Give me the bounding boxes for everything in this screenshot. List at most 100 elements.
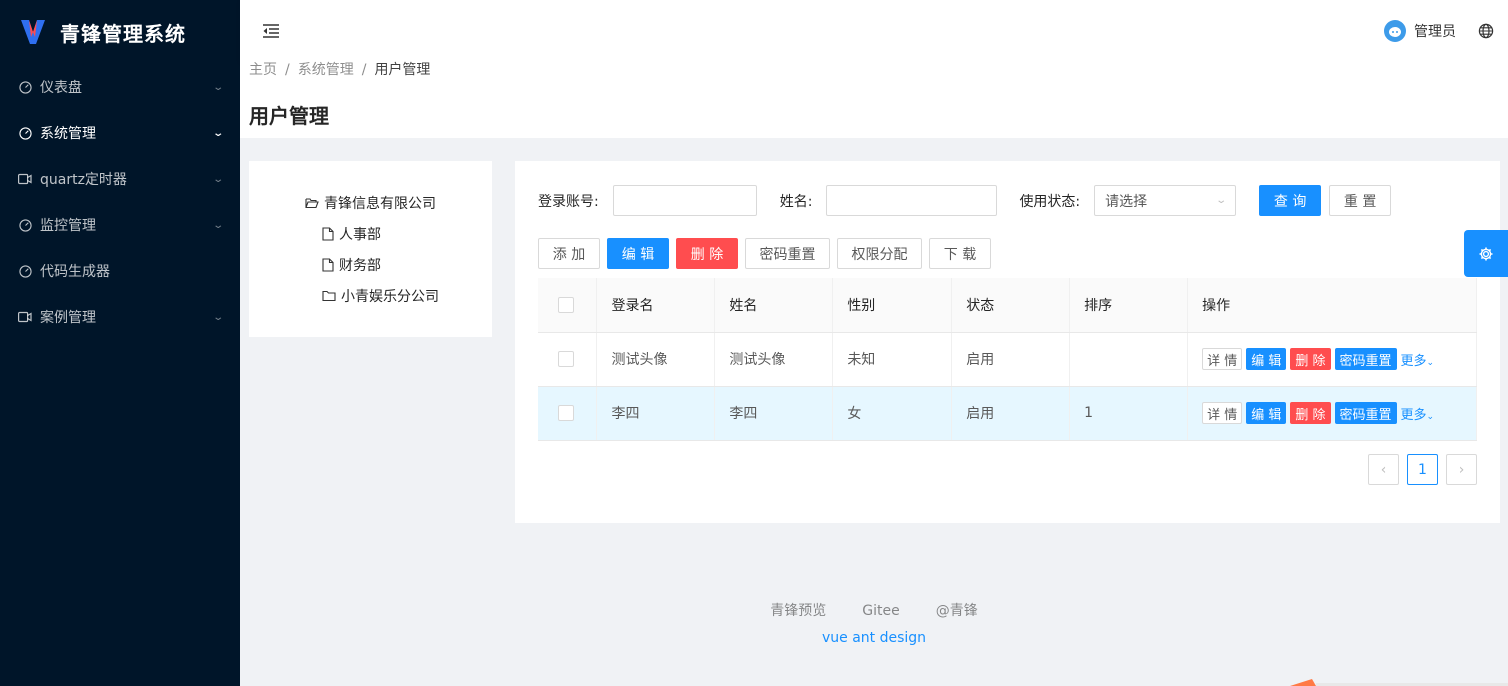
sidebar-item-label: 监控管理 <box>40 218 96 234</box>
search-form: 登录账号: 姓名: 使用状态: 请选择 ⌄ 查 询 重 置 <box>538 185 1392 216</box>
cell-gender: 女 <box>832 386 953 441</box>
chevron-down-icon: ⌄ <box>1426 357 1435 368</box>
chevron-down-icon: ⌄ <box>1426 411 1435 422</box>
breadcrumb-separator: / <box>285 62 290 78</box>
sidebar-item-label: 系统管理 <box>40 126 96 142</box>
select-all-cell <box>538 278 598 333</box>
sidebar-item-label: 案例管理 <box>40 310 96 326</box>
gear-icon <box>1479 247 1493 260</box>
user-list-card: 登录账号: 姓名: 使用状态: 请选择 ⌄ 查 询 重 置 添 加 编 辑 删 … <box>515 161 1500 523</box>
top-header: 管理员 <box>240 0 1508 62</box>
table-header-row: 登录名 姓名 性别 状态 排序 操作 <box>538 278 1477 333</box>
page-item[interactable]: 1 <box>1407 454 1438 485</box>
footer-subtitle[interactable]: vue ant design <box>240 630 1508 646</box>
row-delete-button[interactable]: 删 除 <box>1290 402 1331 424</box>
pagination: ‹ 1 › <box>1360 454 1477 485</box>
download-button[interactable]: 下 载 <box>929 238 991 269</box>
tree-node-branch[interactable]: 小青娱乐分公司 <box>322 286 439 306</box>
more-link[interactable]: 更多⌄ <box>1401 350 1435 369</box>
query-button[interactable]: 查 询 <box>1259 185 1322 216</box>
video-icon <box>18 310 32 324</box>
sidebar: 青锋管理系统 仪表盘 ⌄ 系统管理 ⌄ quartz定时器 ⌄ 监控管理 ⌄ 代… <box>0 0 240 686</box>
cell-sort <box>1069 332 1189 387</box>
column-header: 登录名 <box>596 278 716 333</box>
sidebar-item-codegen[interactable]: 代码生成器 <box>0 248 240 294</box>
chevron-down-icon: ⌄ <box>211 81 224 93</box>
reset-password-button[interactable]: 密码重置 <box>745 238 830 269</box>
sidebar-item-quartz[interactable]: quartz定时器 ⌄ <box>0 156 240 202</box>
footer: 青锋预览 Gitee @青锋 vue ant design <box>240 600 1508 646</box>
detail-button[interactable]: 详 情 <box>1202 348 1243 370</box>
row-reset-password-button[interactable]: 密码重置 <box>1334 348 1397 370</box>
edit-button[interactable]: 编 辑 <box>607 238 669 269</box>
breadcrumb-home[interactable]: 主页 <box>249 62 277 78</box>
row-edit-button[interactable]: 编 辑 <box>1246 402 1287 424</box>
sidebar-item-dashboard[interactable]: 仪表盘 ⌄ <box>0 64 240 110</box>
account-input[interactable] <box>612 185 757 216</box>
footer-link[interactable]: Gitee <box>862 603 899 619</box>
row-reset-password-button[interactable]: 密码重置 <box>1334 402 1397 424</box>
chevron-down-icon: ⌄ <box>211 173 224 185</box>
table-row[interactable]: 李四 李四 女 启用 1 详 情 编 辑 删 除 密码重置 更多⌄ <box>538 386 1477 441</box>
chevron-down-icon: ⌄ <box>211 219 224 231</box>
delete-button[interactable]: 删 除 <box>676 238 738 269</box>
cell-login: 李四 <box>596 386 716 441</box>
footer-links: 青锋预览 Gitee @青锋 <box>240 600 1508 620</box>
next-page-button[interactable]: › <box>1446 454 1477 485</box>
row-actions: 详 情 编 辑 删 除 密码重置 更多⌄ <box>1202 348 1476 370</box>
row-actions: 详 情 编 辑 删 除 密码重置 更多⌄ <box>1202 402 1476 424</box>
row-edit-button[interactable]: 编 辑 <box>1246 348 1287 370</box>
avatar[interactable] <box>1384 20 1406 42</box>
status-select-value: 请选择 <box>1105 193 1148 210</box>
toolbar: 添 加 编 辑 删 除 密码重置 权限分配 下 载 <box>538 238 998 269</box>
cell-name: 测试头像 <box>714 332 834 387</box>
breadcrumb-current: 用户管理 <box>374 62 431 78</box>
reset-button[interactable]: 重 置 <box>1329 185 1392 216</box>
sidebar-item-system[interactable]: 系统管理 ⌄ <box>0 110 240 156</box>
row-checkbox[interactable] <box>558 351 574 367</box>
file-icon <box>322 227 334 241</box>
column-header: 性别 <box>832 278 953 333</box>
chevron-left-icon: ‹ <box>1380 461 1387 478</box>
row-delete-button[interactable]: 删 除 <box>1290 348 1331 370</box>
tree-node-finance[interactable]: 财务部 <box>322 255 381 275</box>
cell-gender: 未知 <box>832 332 953 387</box>
tree-node-hr[interactable]: 人事部 <box>322 224 381 244</box>
breadcrumb-parent[interactable]: 系统管理 <box>298 62 354 78</box>
select-all-checkbox[interactable] <box>558 296 574 313</box>
footer-link[interactable]: 青锋预览 <box>770 603 826 619</box>
logo-icon <box>21 20 45 44</box>
sidebar-item-cases[interactable]: 案例管理 ⌄ <box>0 294 240 340</box>
dashboard-icon <box>18 126 32 140</box>
column-header: 操作 <box>1187 278 1477 333</box>
folder-icon <box>322 290 336 302</box>
logo[interactable]: 青锋管理系统 <box>0 0 240 64</box>
assign-permission-button[interactable]: 权限分配 <box>837 238 922 269</box>
cell-name: 李四 <box>714 386 834 441</box>
breadcrumb-separator: / <box>361 62 367 78</box>
row-checkbox[interactable] <box>558 405 574 421</box>
more-label: 更多 <box>1400 353 1427 369</box>
dashboard-icon <box>18 80 32 94</box>
cell-status: 启用 <box>951 386 1071 441</box>
globe-icon[interactable] <box>1478 23 1494 39</box>
breadcrumb: 主页 / 系统管理 / 用户管理 <box>249 62 1508 78</box>
file-icon <box>322 258 334 272</box>
app-title: 青锋管理系统 <box>60 21 186 46</box>
tree-node-label: 人事部 <box>339 227 381 243</box>
sidebar-item-monitor[interactable]: 监控管理 ⌄ <box>0 202 240 248</box>
prev-page-button[interactable]: ‹ <box>1368 454 1399 485</box>
status-select[interactable]: 请选择 ⌄ <box>1094 185 1237 216</box>
user-name[interactable]: 管理员 <box>1414 21 1456 41</box>
tree-node-root[interactable]: 青锋信息有限公司 <box>305 193 436 213</box>
add-button[interactable]: 添 加 <box>538 238 600 269</box>
detail-button[interactable]: 详 情 <box>1202 402 1243 424</box>
settings-drawer-button[interactable] <box>1464 230 1508 277</box>
more-link[interactable]: 更多⌄ <box>1401 404 1435 423</box>
more-label: 更多 <box>1400 407 1427 423</box>
footer-link[interactable]: @青锋 <box>936 603 978 619</box>
column-header: 排序 <box>1069 278 1189 333</box>
menu-fold-icon[interactable] <box>262 23 280 39</box>
table-row[interactable]: 测试头像 测试头像 未知 启用 详 情 编 辑 删 除 密码重置 更多⌄ <box>538 332 1477 387</box>
name-input[interactable] <box>826 185 998 216</box>
